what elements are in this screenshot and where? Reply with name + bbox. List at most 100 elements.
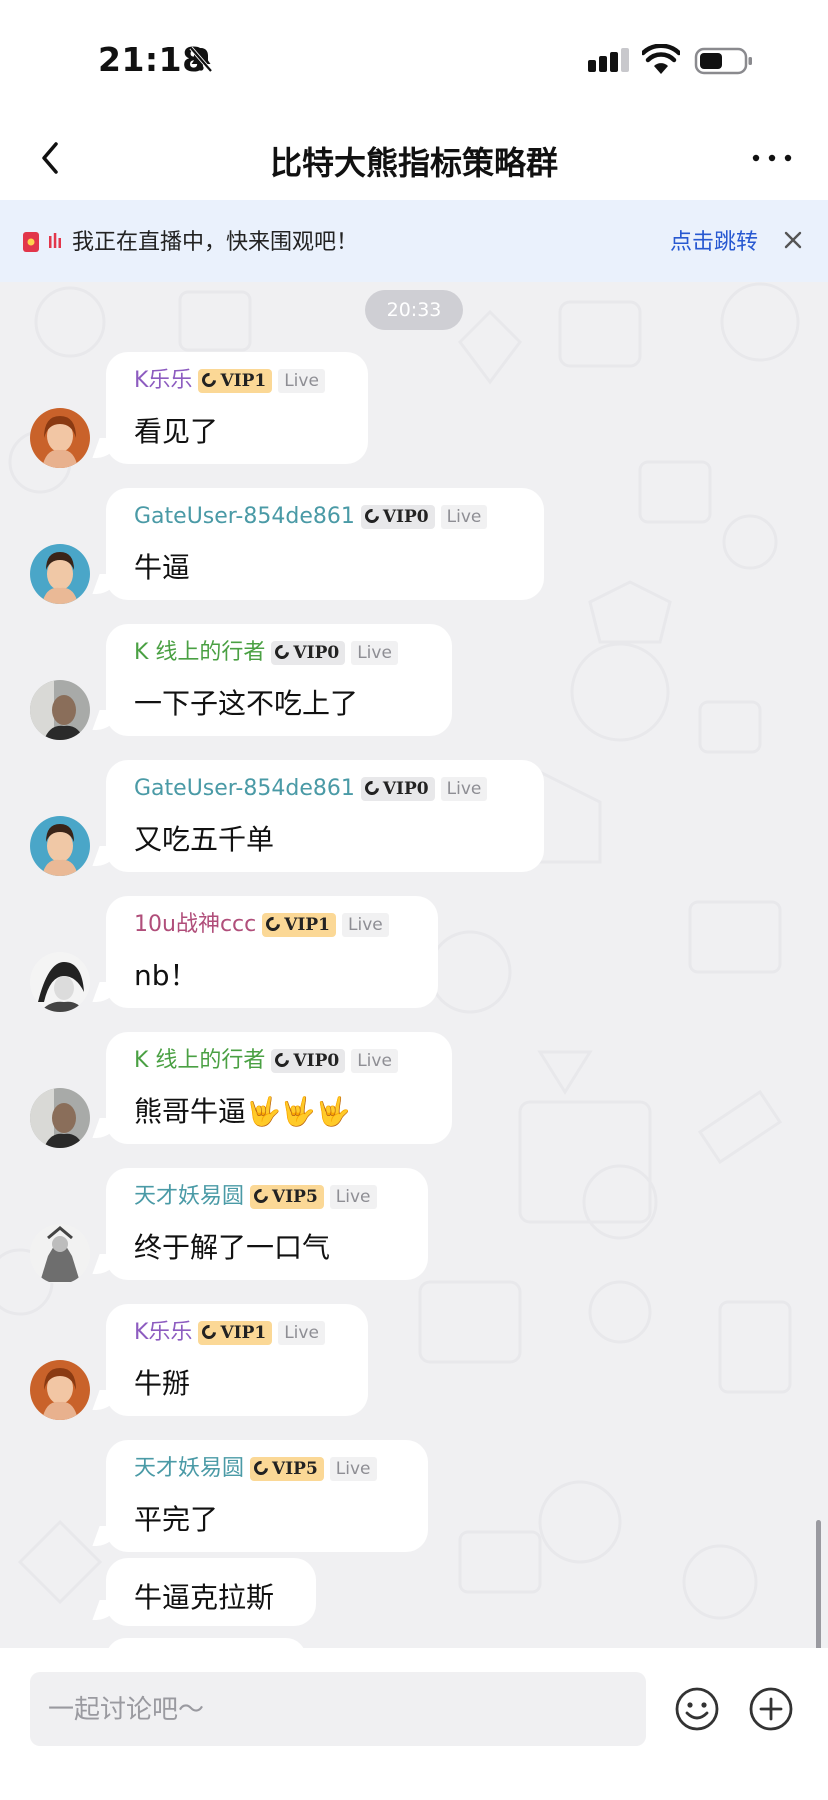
live-tag: Live [342, 913, 389, 937]
vip-level: VIP0 [382, 779, 429, 799]
chat-area[interactable]: 20:33 K乐乐 VIP1 Live 看见了 GateUser-854de86… [0, 282, 828, 1648]
vip-icon [272, 1050, 293, 1070]
signal-icon [588, 48, 629, 72]
input-bar [0, 1648, 828, 1800]
live-tag: Live [278, 369, 325, 393]
vip-level: VIP1 [284, 915, 330, 935]
close-icon[interactable] [782, 229, 804, 251]
message-bubble[interactable]: 天才妖易圆 VIP5 Live 终于解了一口气 [106, 1168, 428, 1280]
banner-text: 我正在直播中，快来围观吧！ [72, 230, 359, 255]
message-text: nb！ [134, 959, 198, 992]
message-bubble[interactable]: K乐乐 VIP1 Live 看见了 [106, 352, 368, 464]
avatar-anime-sketch-icon [30, 952, 90, 1012]
message-bubble[interactable]: K 线上的行者 VIP0 Live 熊哥牛逼🤟🤟🤟 [106, 1032, 452, 1144]
more-icon[interactable] [750, 138, 794, 178]
avatar-man-photo-icon [30, 680, 90, 740]
vip-level: VIP1 [220, 1323, 267, 1343]
vip-level: VIP5 [272, 1459, 318, 1479]
sender-name[interactable]: 天才妖易圆 [134, 1454, 244, 1484]
emoji-icon[interactable] [674, 1686, 720, 1732]
message-bubble[interactable]: GateUser-854de861 VIP0 Live 牛逼 [106, 488, 544, 600]
sender-name[interactable]: K乐乐 [134, 1318, 192, 1348]
status-bar: 21:18 [0, 0, 828, 120]
vip-badge: VIP0 [360, 505, 435, 529]
vip-badge: VIP5 [250, 1185, 324, 1209]
vip-badge: VIP1 [262, 913, 336, 937]
vip-level: VIP1 [220, 371, 267, 391]
vip-badge: VIP5 [250, 1457, 324, 1481]
page-title: 比特大熊指标策略群 [269, 144, 558, 182]
vip-icon [251, 1458, 271, 1478]
sender-name[interactable]: K乐乐 [134, 366, 192, 396]
live-tag: Live [351, 641, 398, 665]
vip-icon [199, 1322, 220, 1342]
sender-name[interactable]: 天才妖易圆 [134, 1182, 244, 1212]
vip-icon [251, 1186, 271, 1206]
avatar[interactable] [30, 952, 90, 1012]
plus-icon[interactable] [748, 1686, 794, 1732]
live-tag: Live [329, 1185, 377, 1209]
nav-header: 比特大熊指标策略群 [0, 120, 828, 200]
vip-icon [361, 506, 382, 526]
message-text: 牛掰 [134, 1367, 191, 1400]
bell-muted-icon [189, 46, 213, 73]
vip-badge: VIP0 [271, 641, 346, 665]
live-tag: Live [278, 1321, 325, 1345]
message-bubble[interactable]: 天才妖易圆 VIP5 Live 平完了 [106, 1440, 428, 1552]
vip-badge: VIP0 [360, 777, 435, 801]
vip-level: VIP0 [382, 507, 429, 527]
message-input-box[interactable] [30, 1672, 646, 1748]
avatar-man-dark-hair-icon [30, 816, 90, 876]
message-bubble[interactable]: 10u战神ccc VIP1 Live nb！ [106, 896, 438, 1008]
message-bubble[interactable]: GateUser-854de861 VIP0 Live 又吃五千单 [106, 760, 544, 872]
avatar-man-photo-icon [30, 1088, 90, 1148]
sender-name[interactable]: 10u战神ccc [134, 910, 256, 940]
avatar-woman-red-hair-icon [30, 408, 90, 468]
message-input[interactable] [46, 1672, 610, 1748]
message-text: 平完了 [134, 1503, 219, 1536]
audio-bars-icon [49, 233, 61, 248]
sender-name[interactable]: K 线上的行者 [134, 1046, 265, 1076]
message-bubble[interactable]: K乐乐 VIP1 Live 牛掰 [106, 1304, 368, 1416]
avatar-man-dark-hair-icon [30, 544, 90, 604]
message-text: 看见了 [134, 415, 219, 448]
vip-icon [199, 370, 220, 390]
live-banner[interactable]: 我正在直播中，快来围观吧！ 点击跳转 [0, 200, 828, 282]
vip-icon [361, 778, 382, 798]
sender-name[interactable]: K 线上的行者 [134, 638, 265, 668]
message-text: 又吃五千单 [134, 823, 275, 856]
avatar-warrior-figure-icon [30, 1224, 90, 1284]
message-text: 终于解了一口气 [134, 1231, 331, 1264]
message-text: 熊哥牛逼🤟🤟🤟 [134, 1095, 351, 1128]
live-tag: Live [329, 1457, 377, 1481]
avatar[interactable] [30, 1224, 90, 1284]
message-text: 牛逼克拉斯 [134, 1581, 275, 1614]
avatar-woman-red-hair-icon [30, 1360, 90, 1420]
live-tag: Live [440, 505, 488, 529]
live-icon [23, 232, 39, 252]
sender-name[interactable]: GateUser-854de861 [134, 774, 355, 804]
message-bubble[interactable] [106, 1638, 306, 1648]
battery-icon [694, 47, 752, 75]
scrollbar[interactable] [816, 1520, 821, 1648]
message-text: 牛逼 [134, 551, 191, 584]
live-tag: Live [351, 1049, 398, 1073]
message-bubble[interactable]: 牛逼克拉斯 [106, 1558, 316, 1626]
avatar[interactable] [30, 408, 90, 468]
timestamp-pill: 20:33 [365, 290, 463, 330]
avatar[interactable] [30, 1088, 90, 1148]
sender-name[interactable]: GateUser-854de861 [134, 502, 355, 532]
avatar[interactable] [30, 816, 90, 876]
wifi-icon [642, 44, 680, 74]
banner-jump-link[interactable]: 点击跳转 [670, 224, 758, 256]
avatar[interactable] [30, 544, 90, 604]
vip-badge: VIP1 [198, 369, 273, 393]
avatar[interactable] [30, 680, 90, 740]
message-bubble[interactable]: K 线上的行者 VIP0 Live 一下子这不吃上了 [106, 624, 452, 736]
vip-icon [272, 642, 293, 662]
message-text: 一下子这不吃上了 [134, 687, 359, 720]
live-tag: Live [440, 777, 488, 801]
vip-level: VIP0 [293, 643, 340, 663]
avatar[interactable] [30, 1360, 90, 1420]
vip-level: VIP5 [272, 1187, 318, 1207]
